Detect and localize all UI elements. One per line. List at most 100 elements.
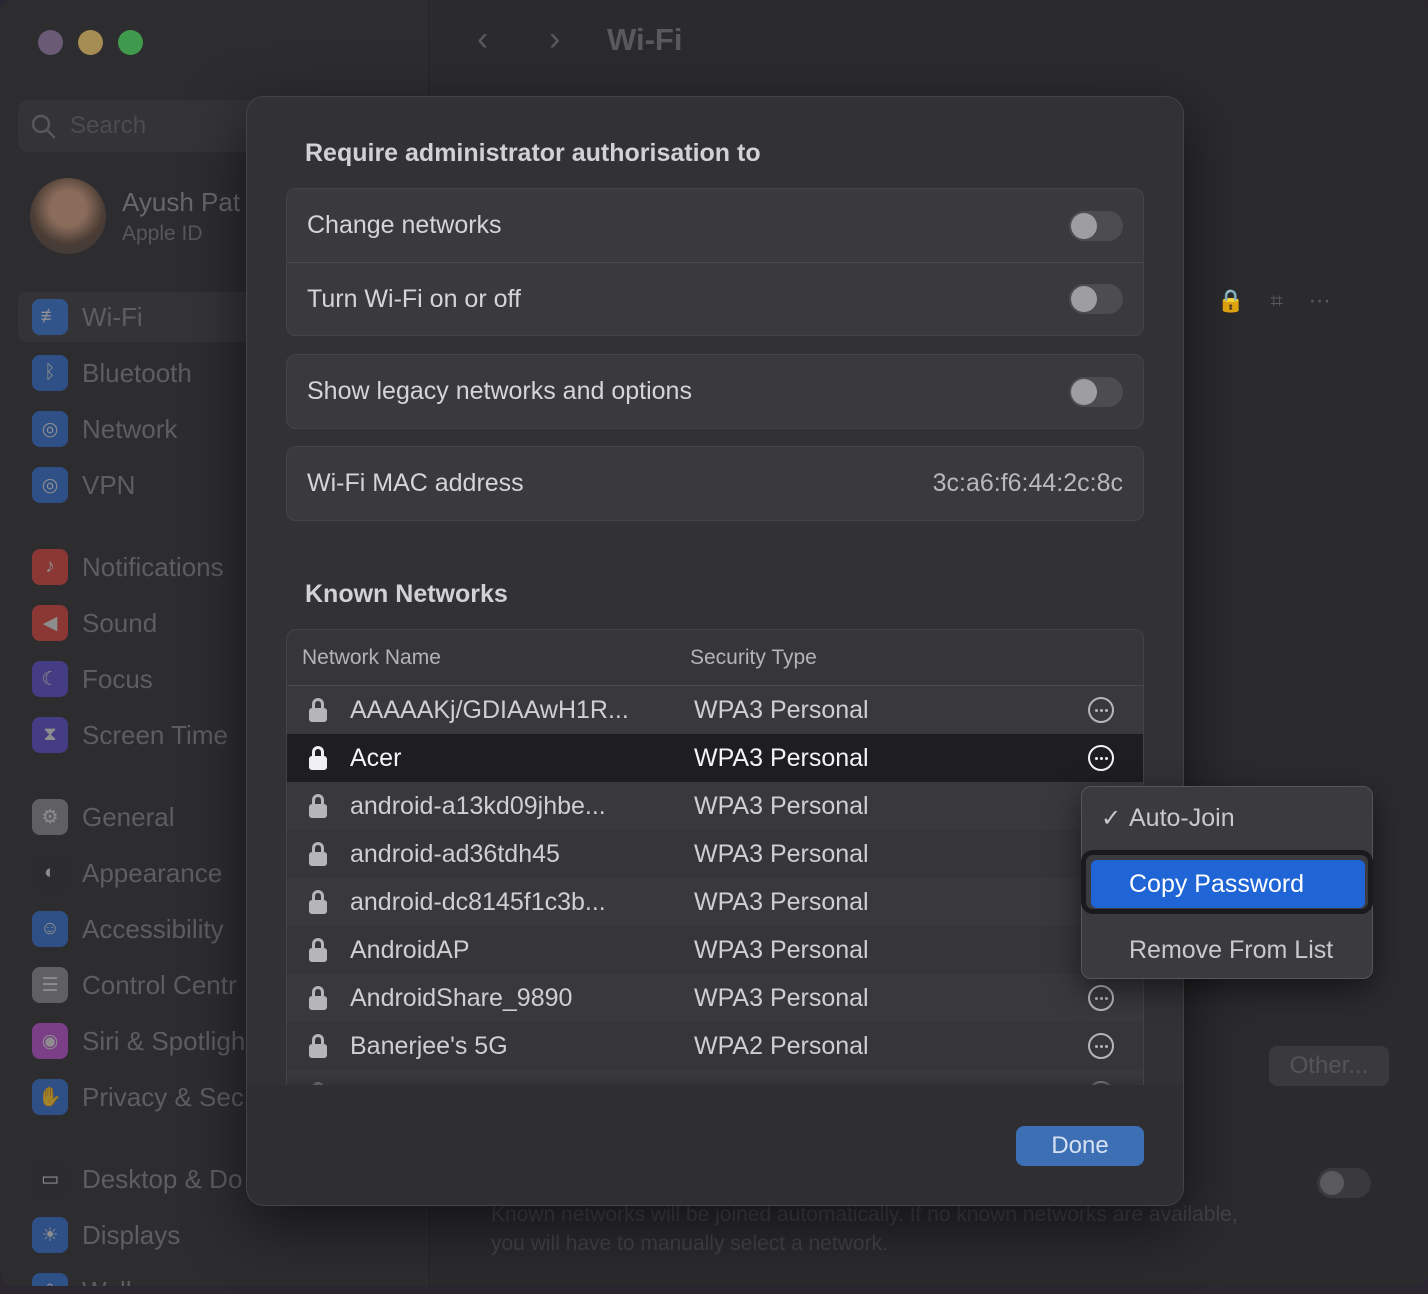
sidebar-item-label: Bluetooth xyxy=(82,357,192,388)
pane-title: Wi-Fi xyxy=(607,22,683,57)
security-type-cell: WPA3 Personal xyxy=(694,791,869,820)
sidebar-item-displays[interactable]: ☀ Displays xyxy=(18,1210,418,1260)
bluetooth-icon: ᛒ xyxy=(32,355,68,391)
table-body: AAAAAKj/GDIAAwH1R... WPA3 Personal Acer WPA… xyxy=(287,686,1143,1089)
ask-to-join-toggle[interactable] xyxy=(1317,1168,1371,1198)
menu-item-remove-from-list[interactable]: Remove From List xyxy=(1091,926,1365,974)
sidebar-item-label: Focus xyxy=(82,663,153,694)
other-network-button[interactable]: Other... xyxy=(1269,1046,1389,1086)
network-name-cell: AAAAAKj/GDIAAwH1R... xyxy=(350,695,629,724)
change-networks-toggle[interactable] xyxy=(1069,210,1123,241)
auth-toggles-group: Change networks Turn Wi-Fi on or off xyxy=(286,188,1144,336)
network-name-cell: Banerjee's 5G xyxy=(350,1031,508,1060)
turn-wifi-row: Turn Wi-Fi on or off xyxy=(287,262,1143,335)
sidebar-item-label: Network xyxy=(82,413,178,444)
table-row[interactable]: android-ad36tdh45 WPA3 Personal xyxy=(287,830,1143,878)
globe-icon: ◎ xyxy=(32,411,68,447)
highlight-outline xyxy=(1081,850,1373,914)
network-name-cell: android-dc8145f1c3b... xyxy=(350,887,606,916)
siri-icon: ◉ xyxy=(32,1023,68,1059)
mac-value: 3c:a6:f6:44:2c:8c xyxy=(932,469,1123,497)
sidebar-item-label: Control Centr xyxy=(82,969,237,1000)
search-placeholder: Search xyxy=(70,112,147,139)
appearance-icon: ◐ xyxy=(32,855,68,891)
sidebar-item-label: Wi-Fi xyxy=(82,301,143,332)
more-options-icon[interactable] xyxy=(1088,1033,1114,1059)
forward-chevron-icon[interactable]: › xyxy=(549,20,560,59)
sidebar-item-label: VPN xyxy=(82,469,136,500)
menu-item-label: Remove From List xyxy=(1129,935,1334,964)
known-networks-footnote: Known networks will be joined automatica… xyxy=(491,1203,1238,1255)
security-type-cell: WPA3 Personal xyxy=(694,695,869,724)
sidebar-item-label: Privacy & Sec xyxy=(82,1081,244,1112)
table-row[interactable]: android-a13kd09jhbe... WPA3 Personal xyxy=(287,782,1143,830)
moon-icon: ☾ xyxy=(32,661,68,697)
column-security-type[interactable]: Security Type xyxy=(690,646,817,670)
close-window-button[interactable] xyxy=(38,30,63,55)
back-chevron-icon[interactable]: ‹ xyxy=(477,20,488,59)
hourglass-icon: ⧗ xyxy=(32,717,68,753)
table-row[interactable]: Banerjee's 5G WPA2 Personal xyxy=(287,1022,1143,1070)
sidebar-item-label: Screen Time xyxy=(82,719,228,750)
table-row[interactable]: AAAAAKj/GDIAAwH1R... WPA3 Personal xyxy=(287,686,1143,734)
known-networks-table: Network Name Security Type AAAAAKj/GDIAA… xyxy=(286,629,1144,1089)
security-type-cell: WPA3 Personal xyxy=(694,887,869,916)
security-type-cell: WPA3 Personal xyxy=(694,935,869,964)
menu-item-auto-join[interactable]: ✓ Auto-Join xyxy=(1091,794,1365,842)
bell-icon: ♪ xyxy=(32,549,68,585)
gear-icon: ⚙ xyxy=(32,799,68,835)
table-row[interactable]: Acer WPA3 Personal xyxy=(287,734,1143,782)
network-name-cell: AndroidShare_9890 xyxy=(350,983,573,1012)
menu-item-label: Auto-Join xyxy=(1129,803,1235,832)
sidebar-item-label: Notifications xyxy=(82,551,224,582)
wifi-icon: ≢ xyxy=(32,299,68,335)
auth-heading: Require administrator authorisation to xyxy=(305,139,761,167)
more-options-icon[interactable]: ⋯ xyxy=(1309,288,1331,314)
current-network-icons: 🔒 ⌗ ⋯ xyxy=(1217,288,1331,314)
apple-id-account[interactable]: Ayush Pat Apple ID xyxy=(30,178,240,254)
network-name-cell: AndroidAP xyxy=(350,935,470,964)
sidebar-item-label: Displays xyxy=(82,1219,181,1250)
user-name: Ayush Pat xyxy=(122,186,241,217)
minimize-window-button[interactable] xyxy=(78,30,103,55)
lock-icon xyxy=(309,698,327,722)
avatar xyxy=(30,178,106,254)
known-networks-heading: Known Networks xyxy=(305,580,508,608)
done-button[interactable]: Done xyxy=(1016,1126,1144,1166)
sidebar-item-wall[interactable]: ❀ Wall xyxy=(18,1266,418,1286)
sidebar-item-label: Wall xyxy=(82,1276,132,1287)
security-type-cell: WPA3 Personal xyxy=(694,983,869,1012)
change-networks-label: Change networks xyxy=(307,211,502,239)
security-type-cell: WPA2 Personal xyxy=(694,1031,869,1060)
table-row[interactable]: android-dc8145f1c3b... WPA3 Personal xyxy=(287,878,1143,926)
desktop-icon: ▭ xyxy=(32,1161,68,1197)
lock-icon xyxy=(309,986,327,1010)
network-name-cell: android-a13kd09jhbe... xyxy=(350,791,606,820)
table-row[interactable]: AndroidShare_9890 WPA3 Personal xyxy=(287,974,1143,1022)
sidebar-item-label: Appearance xyxy=(82,857,223,888)
more-options-icon[interactable] xyxy=(1088,697,1114,723)
zoom-window-button[interactable] xyxy=(118,30,143,55)
turn-wifi-toggle[interactable] xyxy=(1069,284,1123,314)
column-network-name[interactable]: Network Name xyxy=(302,646,441,670)
table-row[interactable]: AndroidAP WPA3 Personal xyxy=(287,926,1143,974)
advanced-wifi-sheet: Require administrator authorisation to C… xyxy=(246,96,1184,1206)
lock-icon xyxy=(309,794,327,818)
more-options-icon[interactable] xyxy=(1088,985,1114,1011)
checkmark-icon: ✓ xyxy=(1101,805,1122,832)
lock-icon xyxy=(309,938,327,962)
legacy-toggle[interactable] xyxy=(1069,376,1123,407)
legacy-row: Show legacy networks and options xyxy=(287,355,1143,428)
lock-icon xyxy=(309,890,327,914)
network-name-cell: android-ad36tdh45 xyxy=(350,839,560,868)
search-icon xyxy=(31,114,56,139)
legacy-group: Show legacy networks and options xyxy=(286,354,1144,429)
lock-icon: 🔒 xyxy=(1217,288,1245,313)
accessibility-icon: ☺ xyxy=(32,911,68,947)
table-header: Network Name Security Type xyxy=(287,630,1143,686)
speaker-icon: ◀ xyxy=(32,605,68,641)
security-type-cell: WPA3 Personal xyxy=(694,743,869,772)
wifi-signal-icon: ⌗ xyxy=(1270,288,1283,313)
lock-icon xyxy=(309,746,327,770)
more-options-icon[interactable] xyxy=(1088,745,1114,771)
